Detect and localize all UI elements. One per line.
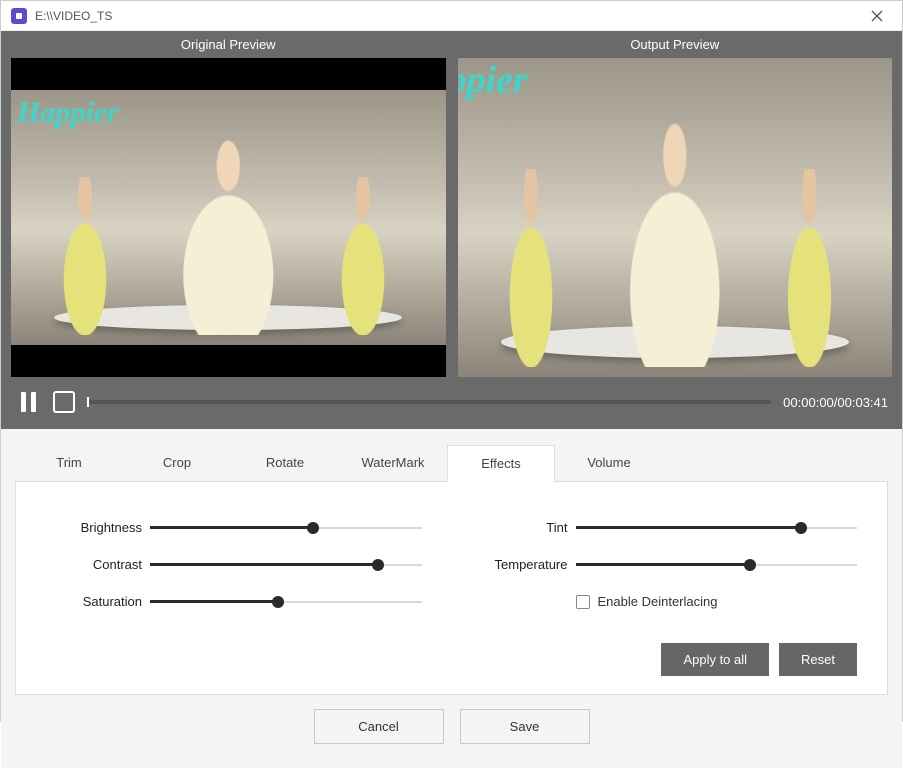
contrast-slider[interactable] xyxy=(150,558,422,572)
titlebar: E:\\VIDEO_TS xyxy=(1,1,902,31)
deinterlace-label: Enable Deinterlacing xyxy=(598,594,718,609)
tab-rotate[interactable]: Rotate xyxy=(231,445,339,481)
apply-to-all-button[interactable]: Apply to all xyxy=(661,643,769,676)
temperature-slider[interactable] xyxy=(576,558,858,572)
app-icon xyxy=(11,8,27,24)
original-preview-label: Original Preview xyxy=(11,31,446,58)
tab-watermark[interactable]: WaterMark xyxy=(339,445,447,481)
video-overlay-text: Happier xyxy=(17,96,119,130)
preview-area: Original Preview Output Preview Happier xyxy=(1,31,902,429)
deinterlace-checkbox[interactable] xyxy=(576,595,590,609)
time-display: 00:00:00/00:03:41 xyxy=(783,395,888,410)
contrast-label: Contrast xyxy=(46,557,142,572)
temperature-label: Temperature xyxy=(482,557,568,572)
tab-crop[interactable]: Crop xyxy=(123,445,231,481)
reset-button[interactable]: Reset xyxy=(779,643,857,676)
tint-label: Tint xyxy=(482,520,568,535)
video-overlay-text-cropped: ppier xyxy=(458,58,528,102)
tab-effects[interactable]: Effects xyxy=(447,445,555,482)
window-title: E:\\VIDEO_TS xyxy=(35,9,862,23)
pause-button[interactable] xyxy=(15,389,41,415)
pause-icon xyxy=(21,392,26,412)
cancel-button[interactable]: Cancel xyxy=(314,709,444,744)
close-button[interactable] xyxy=(862,1,892,31)
timeline-slider[interactable] xyxy=(87,400,771,404)
video-editor-window: E:\\VIDEO_TS Original Preview Output Pre… xyxy=(0,0,903,722)
save-button[interactable]: Save xyxy=(460,709,590,744)
tint-slider[interactable] xyxy=(576,521,858,535)
close-icon xyxy=(871,10,883,22)
tabs: Trim Crop Rotate WaterMark Effects Volum… xyxy=(15,445,888,482)
tab-trim[interactable]: Trim xyxy=(15,445,123,481)
saturation-label: Saturation xyxy=(46,594,142,609)
output-preview: ppier xyxy=(458,58,893,377)
effects-panel: Brightness Contrast Saturation xyxy=(15,482,888,695)
tab-volume[interactable]: Volume xyxy=(555,445,663,481)
controls-area: Trim Crop Rotate WaterMark Effects Volum… xyxy=(1,429,902,768)
brightness-slider[interactable] xyxy=(150,521,422,535)
brightness-label: Brightness xyxy=(46,520,142,535)
output-preview-label: Output Preview xyxy=(458,31,893,58)
original-preview: Happier xyxy=(11,58,446,377)
playback-bar: 00:00:00/00:03:41 xyxy=(11,377,892,419)
stop-button[interactable] xyxy=(53,391,75,413)
dialog-buttons: Cancel Save xyxy=(15,695,888,758)
saturation-slider[interactable] xyxy=(150,595,422,609)
